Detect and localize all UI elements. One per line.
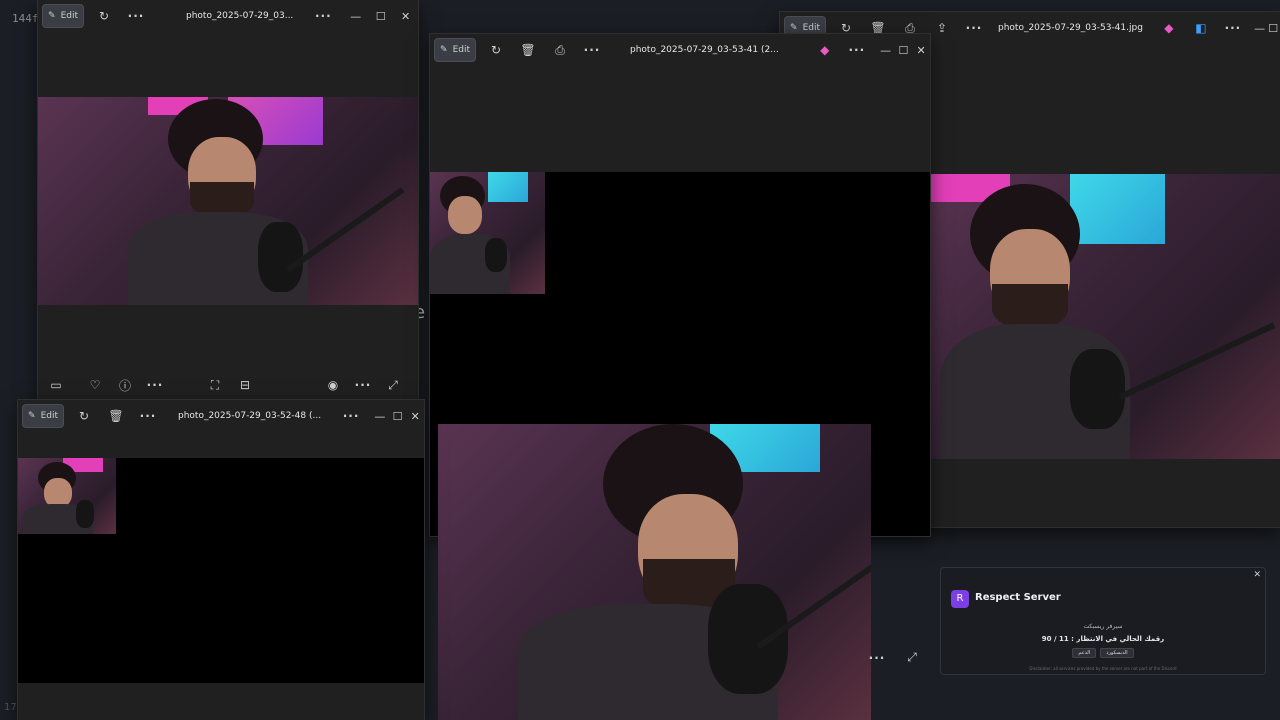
edit-button[interactable]: ✎ Edit	[42, 4, 84, 28]
text-scan-icon[interactable]: ⊟	[230, 378, 260, 392]
window-title: photo_2025-07-29_03-53-41 (2...	[630, 45, 779, 55]
copilot-icon[interactable]: ◆	[813, 38, 837, 62]
photo-thumbnail	[430, 172, 545, 294]
edit-icon: ✎	[28, 411, 36, 421]
photo-window-top-left[interactable]: ✎ Edit ↻ ··· photo_2025-07-29_03... ··· —…	[38, 0, 418, 400]
edit-icon: ✎	[48, 11, 56, 21]
more-options-icon[interactable]: ···	[140, 378, 170, 392]
window-title: photo_2025-07-29_03-53-41.jpg	[998, 23, 1143, 33]
fullscreen-icon[interactable]: ⤢	[378, 378, 408, 393]
photo-image	[930, 174, 1280, 459]
queue-status: رقمك الحالي في الانتظار : 11 / 90	[1041, 635, 1165, 643]
photo-image-large	[438, 424, 871, 720]
copilot-icon[interactable]: ◆	[1157, 16, 1181, 40]
rotate-icon[interactable]: ↻	[92, 4, 116, 28]
close-icon[interactable]: ✕	[912, 44, 930, 57]
more-options-icon[interactable]: ···	[962, 16, 986, 40]
info-icon[interactable]: ⓘ	[110, 377, 140, 394]
more-options-icon[interactable]: ···	[311, 4, 335, 28]
disclaimer-text: Disclaimer: all services provided by the…	[1029, 666, 1177, 671]
more-options-icon[interactable]: ···	[845, 38, 869, 62]
server-logo-icon: R	[951, 590, 969, 608]
more-options-icon[interactable]: ···	[862, 651, 892, 665]
window-title: photo_2025-07-29_03-52-48 (...	[178, 411, 322, 421]
window-title: photo_2025-07-29_03...	[186, 11, 294, 21]
notification-toast[interactable]: ✕ R Respect Server سيرفر ريسبكت رقمك الح…	[940, 567, 1266, 675]
edit-icon: ✎	[440, 45, 448, 55]
maximize-icon[interactable]: ☐	[1266, 22, 1280, 35]
close-icon[interactable]: ✕	[1253, 570, 1261, 580]
maximize-icon[interactable]: ☐	[895, 44, 913, 57]
more-options-icon[interactable]: ···	[339, 404, 363, 428]
more-options-icon[interactable]: ···	[348, 378, 378, 392]
share-icon[interactable]: ⇪	[930, 16, 954, 40]
designer-icon[interactable]: ◧	[1189, 16, 1213, 40]
more-options-icon[interactable]: ···	[1221, 16, 1245, 40]
visual-search-icon[interactable]: ⛶	[200, 378, 230, 393]
photo-window-bottom-left[interactable]: ✎ Edit ↻ 🗑 ··· photo_2025-07-29_03-52-48 …	[18, 400, 424, 720]
notification-subtitle: سيرفر ريسبكت	[1083, 623, 1123, 630]
filmstrip-icon[interactable]: ▭	[41, 378, 71, 392]
notification-title: Respect Server	[975, 592, 1061, 603]
close-icon[interactable]: ✕	[406, 410, 424, 423]
print-icon[interactable]: ⎙	[548, 38, 572, 62]
maximize-icon[interactable]: ☐	[389, 410, 407, 423]
minimize-icon[interactable]: —	[877, 44, 895, 57]
slideshow-icon[interactable]: ◉	[318, 378, 348, 392]
delete-icon[interactable]: 🗑	[104, 404, 128, 428]
discord-button[interactable]: الديسكورد	[1100, 648, 1134, 658]
bottom-toolbar: ▭ ♡ ⓘ ··· ⛶ ⊟ ◉ ··· ⤢	[38, 370, 418, 400]
edit-icon: ✎	[790, 23, 798, 33]
photo-image	[38, 97, 418, 305]
minimize-icon[interactable]: —	[343, 10, 368, 23]
maximize-icon[interactable]: ☐	[368, 10, 393, 23]
minimize-icon[interactable]: —	[1253, 22, 1267, 35]
rotate-icon[interactable]: ↻	[72, 404, 96, 428]
more-options-icon[interactable]: ···	[124, 4, 148, 28]
background-corner-text: 17	[4, 702, 17, 713]
photo-thumbnail	[18, 458, 116, 534]
more-options-icon[interactable]: ···	[136, 404, 160, 428]
delete-icon[interactable]: 🗑	[516, 38, 540, 62]
minimize-icon[interactable]: —	[371, 410, 389, 423]
favorite-icon[interactable]: ♡	[80, 378, 110, 392]
edit-button[interactable]: ✎ Edit	[434, 38, 476, 62]
more-options-icon[interactable]: ···	[580, 38, 604, 62]
support-button[interactable]: الدعم	[1072, 648, 1097, 658]
edit-button[interactable]: ✎ Edit	[22, 404, 64, 428]
close-icon[interactable]: ✕	[393, 10, 418, 23]
rotate-icon[interactable]: ↻	[484, 38, 508, 62]
fullscreen-icon[interactable]: ⤢	[897, 650, 927, 665]
background-code-text: 144f	[12, 12, 39, 25]
